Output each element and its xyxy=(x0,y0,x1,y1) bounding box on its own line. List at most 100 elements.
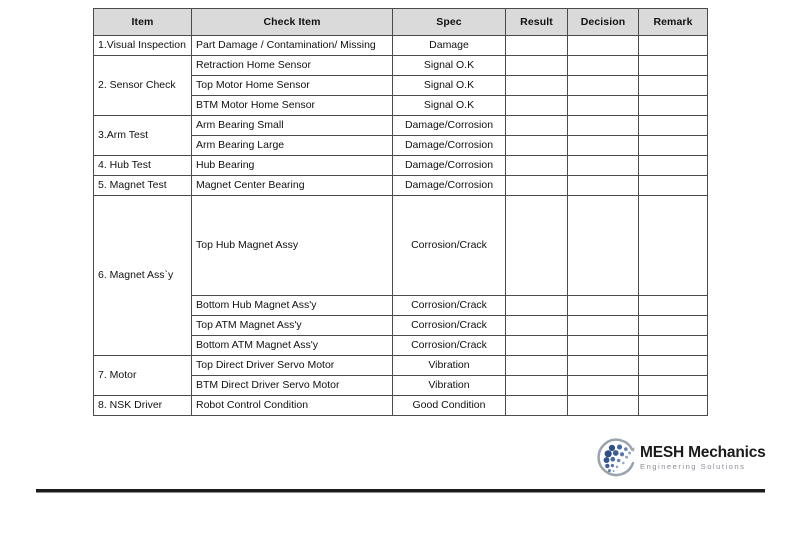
cell-decision[interactable] xyxy=(567,175,639,196)
cell-result[interactable] xyxy=(505,295,568,316)
cell-result[interactable] xyxy=(505,335,568,356)
cell-remark[interactable] xyxy=(638,35,708,56)
cell-item: 5. Magnet Test xyxy=(93,175,192,196)
cell-spec: Damage/Corrosion xyxy=(392,175,506,196)
cell-remark[interactable] xyxy=(638,395,708,416)
cell-result[interactable] xyxy=(505,195,568,296)
cell-check-item: Part Damage / Contamination/ Missing xyxy=(191,35,393,56)
cell-result[interactable] xyxy=(505,135,568,156)
table-body: 1.Visual Inspection Part Damage / Contami… xyxy=(93,35,708,416)
cell-remark[interactable] xyxy=(638,115,708,136)
cell-decision[interactable] xyxy=(567,35,639,56)
cell-check-item: Arm Bearing Small xyxy=(191,115,393,136)
column-header-spec: Spec xyxy=(392,8,506,36)
cell-remark[interactable] xyxy=(638,355,708,376)
cell-decision[interactable] xyxy=(567,295,639,316)
cell-remark[interactable] xyxy=(638,95,708,116)
cell-item: 2. Sensor Check xyxy=(93,55,192,116)
cell-remark[interactable] xyxy=(638,315,708,336)
logo-tagline: Engineering Solutions xyxy=(640,462,746,472)
cell-remark[interactable] xyxy=(638,135,708,156)
cell-result[interactable] xyxy=(505,55,568,76)
cell-result[interactable] xyxy=(505,355,568,376)
cell-spec: Damage xyxy=(392,35,506,56)
cell-remark[interactable] xyxy=(638,55,708,76)
cell-check-item: BTM Motor Home Sensor xyxy=(191,95,393,116)
cell-remark[interactable] xyxy=(638,335,708,356)
cell-remark[interactable] xyxy=(638,295,708,316)
cell-spec: Vibration xyxy=(392,375,506,396)
cell-remark[interactable] xyxy=(638,75,708,96)
cell-check-item: BTM Direct Driver Servo Motor xyxy=(191,375,393,396)
cell-spec: Corrosion/Crack xyxy=(392,195,506,296)
column-header-remark: Remark xyxy=(638,8,708,36)
cell-decision[interactable] xyxy=(567,75,639,96)
cell-decision[interactable] xyxy=(567,115,639,136)
cell-spec: Signal O.K xyxy=(392,55,506,76)
cell-spec: Corrosion/Crack xyxy=(392,315,506,336)
table-header-row: Item Check Item Spec Result Decision Rem… xyxy=(93,8,708,36)
cell-spec: Corrosion/Crack xyxy=(392,295,506,316)
cell-result[interactable] xyxy=(505,75,568,96)
cell-remark[interactable] xyxy=(638,375,708,396)
table-row: 4. Hub Test Hub Bearing Damage/Corrosion xyxy=(93,155,708,176)
cell-check-item: Bottom Hub Magnet Ass'y xyxy=(191,295,393,316)
cell-decision[interactable] xyxy=(567,355,639,376)
cell-result[interactable] xyxy=(505,175,568,196)
cell-result[interactable] xyxy=(505,315,568,336)
table-row: 6. Magnet Ass`y Top Hub Magnet Assy Corros… xyxy=(93,195,708,356)
logo-company-name: MESH Mechanics xyxy=(640,443,766,461)
cell-spec: Signal O.K xyxy=(392,75,506,96)
cell-remark[interactable] xyxy=(638,195,708,296)
cell-spec: Signal O.K xyxy=(392,95,506,116)
cell-decision[interactable] xyxy=(567,375,639,396)
cell-check-item: Hub Bearing xyxy=(191,155,393,176)
table-row: 1.Visual Inspection Part Damage / Contami… xyxy=(93,35,708,56)
footer-divider xyxy=(36,489,765,493)
cell-remark[interactable] xyxy=(638,155,708,176)
company-logo: MESH Mechanics Engineering Solutions xyxy=(596,436,766,480)
cell-result[interactable] xyxy=(505,375,568,396)
table-row: 8. NSK Driver Robot Control Condition Good… xyxy=(93,395,708,416)
cell-check-item: Bottom ATM Magnet Ass'y xyxy=(191,335,393,356)
cell-result[interactable] xyxy=(505,35,568,56)
cell-check-item: Magnet Center Bearing xyxy=(191,175,393,196)
cell-item: 8. NSK Driver xyxy=(93,395,192,416)
cell-spec: Damage/Corrosion xyxy=(392,135,506,156)
cell-check-item: Arm Bearing Large xyxy=(191,135,393,156)
cell-spec: Vibration xyxy=(392,355,506,376)
cell-check-item: Robot Control Condition xyxy=(191,395,393,416)
cell-item: 1.Visual Inspection xyxy=(93,35,192,56)
table-row: 5. Magnet Test Magnet Center Bearing Damag… xyxy=(93,175,708,196)
cell-check-item: Top Motor Home Sensor xyxy=(191,75,393,96)
cell-spec: Corrosion/Crack xyxy=(392,335,506,356)
cell-check-item: Top Direct Driver Servo Motor xyxy=(191,355,393,376)
table-row: 3.Arm Test Arm Bearing Small Damage/Corros… xyxy=(93,115,708,156)
table-row: 2. Sensor Check Retraction Home Sensor Sig… xyxy=(93,55,708,116)
cell-item: 4. Hub Test xyxy=(93,155,192,176)
cell-item: 6. Magnet Ass`y xyxy=(93,195,192,356)
cell-decision[interactable] xyxy=(567,395,639,416)
cell-decision[interactable] xyxy=(567,315,639,336)
cell-result[interactable] xyxy=(505,155,568,176)
cell-result[interactable] xyxy=(505,95,568,116)
cell-spec: Damage/Corrosion xyxy=(392,115,506,136)
cell-result[interactable] xyxy=(505,395,568,416)
inspection-checklist-table: Item Check Item Spec Result Decision Rem… xyxy=(93,8,708,416)
cell-decision[interactable] xyxy=(567,95,639,116)
cell-decision[interactable] xyxy=(567,195,639,296)
cell-decision[interactable] xyxy=(567,335,639,356)
column-header-decision: Decision xyxy=(567,8,639,36)
cell-item: 7. Motor xyxy=(93,355,192,396)
cell-remark[interactable] xyxy=(638,175,708,196)
cell-spec: Damage/Corrosion xyxy=(392,155,506,176)
cell-decision[interactable] xyxy=(567,55,639,76)
cell-check-item: Top Hub Magnet Assy xyxy=(191,195,393,296)
cell-result[interactable] xyxy=(505,115,568,136)
cell-spec: Good Condition xyxy=(392,395,506,416)
cell-decision[interactable] xyxy=(567,135,639,156)
mesh-globe-icon xyxy=(597,438,635,477)
logo-text: MESH Mechanics Engineering Solutions xyxy=(640,445,766,471)
cell-decision[interactable] xyxy=(567,155,639,176)
cell-check-item: Top ATM Magnet Ass'y xyxy=(191,315,393,336)
